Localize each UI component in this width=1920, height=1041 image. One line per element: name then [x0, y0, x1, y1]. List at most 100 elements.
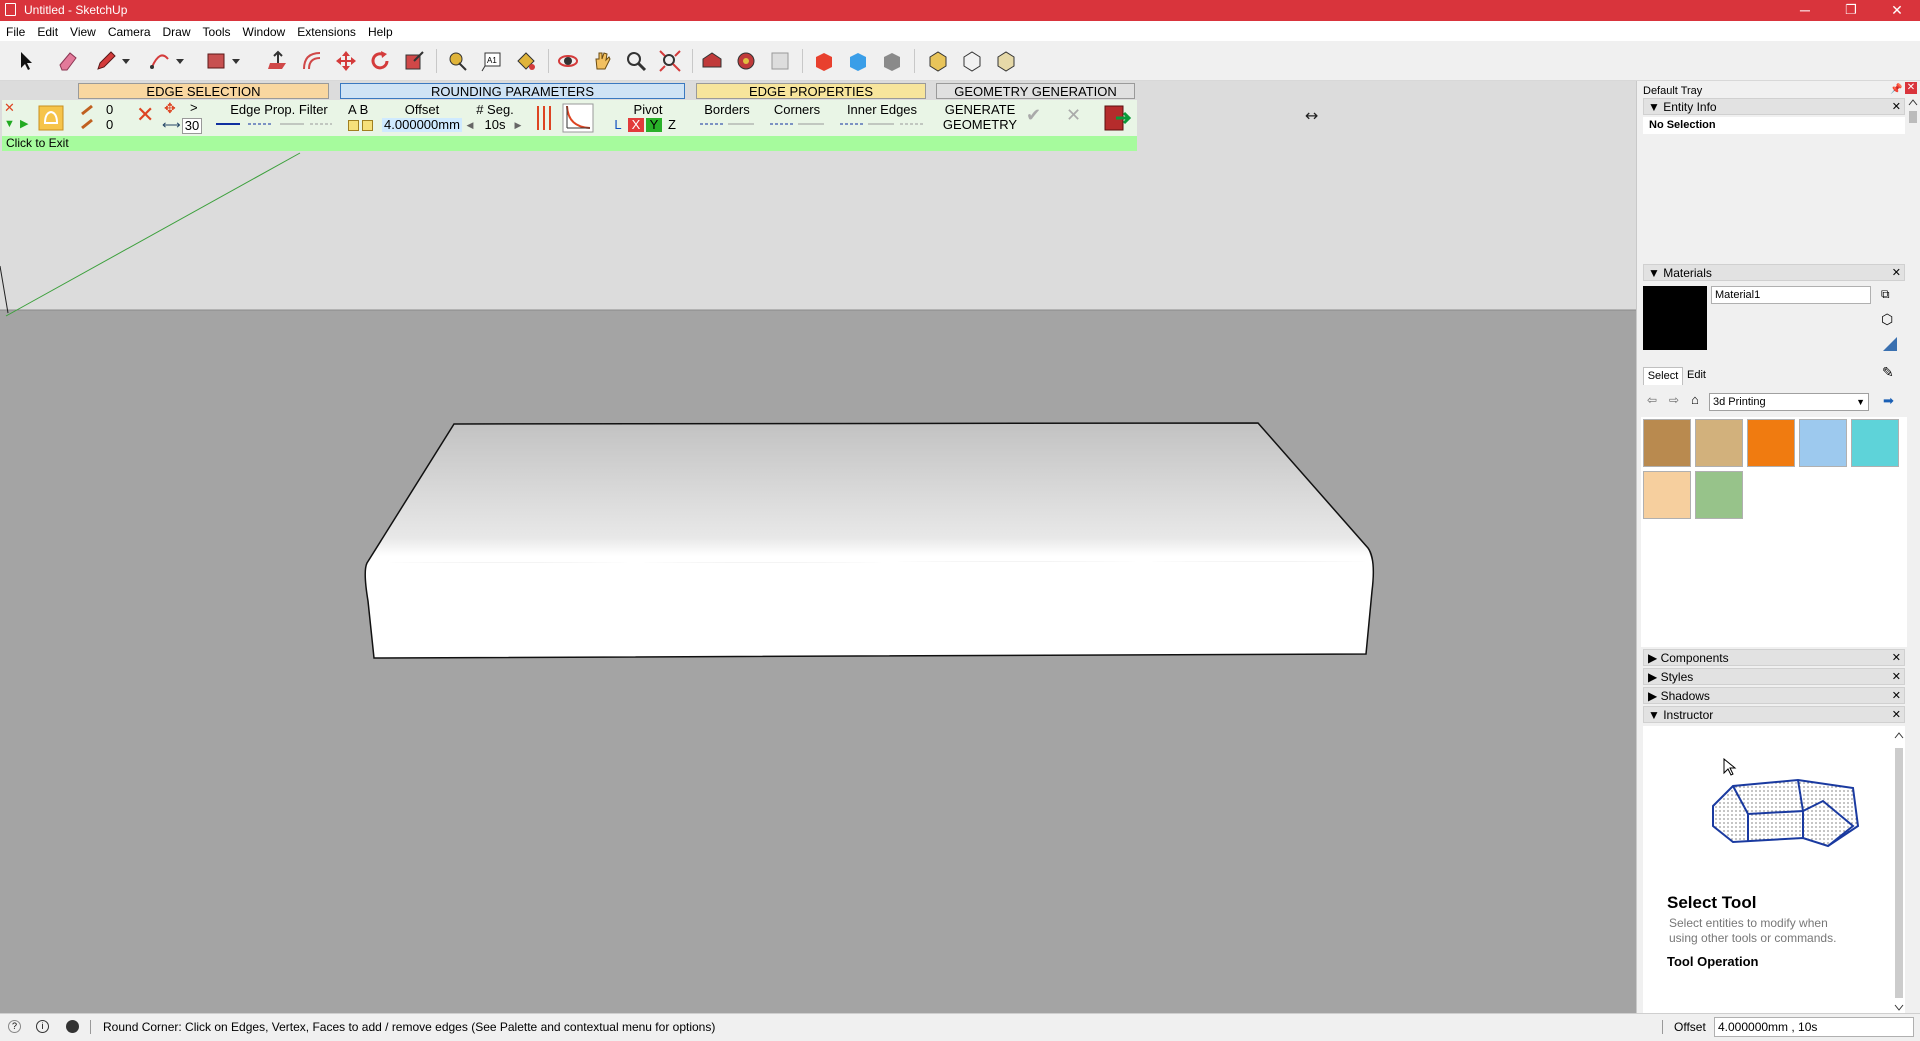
round-corner-third-tool-icon[interactable]	[994, 49, 1018, 73]
triangle-down-icon[interactable]: ▼	[4, 117, 15, 131]
warehouse-tool-icon[interactable]	[700, 49, 724, 73]
material-swatch[interactable]	[1799, 419, 1847, 467]
menu-tools[interactable]: Tools	[197, 21, 237, 43]
round-corner-tool-icon[interactable]	[926, 49, 950, 73]
header-edge-properties[interactable]: EDGE PROPERTIES	[696, 83, 926, 99]
panel-close-icon[interactable]: ✕	[1892, 650, 1901, 666]
styles-header[interactable]: ▶ Styles ✕	[1643, 668, 1905, 685]
sample-paint-icon[interactable]	[1881, 335, 1899, 353]
generate-geometry-line2[interactable]: GEOMETRY	[940, 118, 1020, 132]
offset-tool-icon[interactable]	[300, 49, 324, 73]
cancel-generation-icon[interactable]: ✕	[1066, 106, 1081, 124]
bell-icon[interactable]	[38, 105, 64, 131]
panel-close-icon[interactable]: ✕	[1892, 688, 1901, 704]
entity-info-header[interactable]: ▼ Entity Info ✕	[1643, 98, 1905, 115]
tab-select[interactable]: Select	[1643, 367, 1683, 385]
eyedropper-icon[interactable]: ✎	[1882, 364, 1894, 381]
material-swatch[interactable]	[1643, 471, 1691, 519]
pan-tool-icon[interactable]	[590, 49, 614, 73]
tab-edit[interactable]: Edit	[1687, 369, 1706, 381]
pencil-tool-icon[interactable]	[94, 49, 118, 73]
edge-prop-filter-label[interactable]: Edge Prop. Filter	[214, 103, 344, 117]
geo-location-icon[interactable]: ?	[8, 1020, 21, 1033]
user-account-icon[interactable]	[66, 1020, 79, 1033]
panel-close-icon[interactable]: ✕	[1892, 707, 1901, 723]
material-swatch[interactable]	[1747, 419, 1795, 467]
menu-draw[interactable]: Draw	[157, 21, 197, 43]
orbit-tool-icon[interactable]	[556, 49, 580, 73]
pivot-axis-l[interactable]: L	[610, 118, 626, 132]
push-pull-tool-icon[interactable]	[266, 49, 290, 73]
material-swatch[interactable]	[1643, 419, 1691, 467]
forward-arrow-icon[interactable]: ⇨	[1669, 393, 1679, 407]
segments-value[interactable]: 10s	[480, 118, 510, 132]
clear-selection-icon[interactable]: ✕	[136, 104, 154, 126]
tape-measure-tool-icon[interactable]	[446, 49, 470, 73]
segments-decrease-icon[interactable]: ◀	[464, 118, 476, 132]
minimize-button[interactable]: ─	[1782, 0, 1828, 21]
angle-value[interactable]: 30	[182, 118, 202, 134]
back-arrow-icon[interactable]: ⇦	[1647, 393, 1657, 407]
default-material-icon[interactable]: ⬡	[1881, 311, 1893, 328]
corners-lines-icon[interactable]	[768, 120, 826, 128]
exit-tool-icon[interactable]	[1102, 103, 1132, 133]
create-material-icon[interactable]: ⧉	[1881, 287, 1890, 302]
rectangle-tool-icon[interactable]	[204, 49, 228, 73]
shadows-header[interactable]: ▶ Shadows ✕	[1643, 687, 1905, 704]
measurements-input[interactable]	[1714, 1017, 1914, 1037]
validate-check-icon[interactable]: ✔	[1026, 106, 1041, 124]
cross-small-icon[interactable]: ✕	[4, 101, 15, 115]
material-swatch[interactable]	[1695, 419, 1743, 467]
maximize-button[interactable]: ❐	[1828, 0, 1874, 21]
solid-blue-tool-icon[interactable]	[846, 49, 870, 73]
close-button[interactable]: ✕	[1874, 0, 1920, 21]
material-name-input[interactable]	[1711, 286, 1871, 304]
arc-dropdown-icon[interactable]	[174, 49, 186, 73]
material-preview[interactable]	[1643, 286, 1707, 350]
paint-bucket-tool-icon[interactable]	[514, 49, 538, 73]
eraser-tool-icon[interactable]	[56, 49, 80, 73]
stretch-icon[interactable]: ⟷	[162, 118, 181, 132]
arc-tool-icon[interactable]	[148, 49, 172, 73]
menu-view[interactable]: View	[64, 21, 102, 43]
menu-extensions[interactable]: Extensions	[291, 21, 362, 43]
solid-grey-tool-icon[interactable]	[880, 49, 904, 73]
move-arrows-icon[interactable]: ✥	[164, 101, 176, 115]
header-geometry-generation[interactable]: GEOMETRY GENERATION	[936, 83, 1135, 99]
inner-edges-lines-icon[interactable]	[838, 120, 926, 128]
panel-close-icon[interactable]: ✕	[1892, 99, 1901, 115]
scale-tool-icon[interactable]	[402, 49, 426, 73]
round-profile-icon[interactable]	[562, 103, 594, 133]
home-icon[interactable]: ⌂	[1691, 392, 1699, 407]
zoom-extents-tool-icon[interactable]	[658, 49, 682, 73]
panel-close-icon[interactable]: ✕	[1892, 265, 1901, 281]
credits-icon[interactable]: i	[36, 1020, 49, 1033]
components-header[interactable]: ▶ Components ✕	[1643, 649, 1905, 666]
b-box-icon[interactable]	[362, 120, 373, 131]
header-rounding-parameters[interactable]: ROUNDING PARAMETERS	[340, 83, 685, 99]
menu-file[interactable]: File	[0, 21, 31, 43]
instructor-scrollbar[interactable]	[1893, 726, 1905, 1013]
collection-select[interactable]: 3d Printing ▼	[1709, 393, 1869, 411]
tray-pin-icon[interactable]: 📌	[1890, 84, 1902, 95]
segments-increase-icon[interactable]: ▶	[512, 118, 524, 132]
corners-label[interactable]: Corners	[768, 103, 826, 117]
menu-window[interactable]: Window	[237, 21, 292, 43]
rotate-tool-icon[interactable]	[368, 49, 392, 73]
panel-close-icon[interactable]: ✕	[1892, 669, 1901, 685]
solid-red-tool-icon[interactable]	[812, 49, 836, 73]
menu-help[interactable]: Help	[362, 21, 399, 43]
layout-tool-icon[interactable]	[768, 49, 792, 73]
materials-header[interactable]: ▼ Materials ✕	[1643, 264, 1905, 281]
details-arrow-icon[interactable]: ➡	[1883, 393, 1894, 409]
edge-filter-lines-icon[interactable]	[214, 120, 334, 128]
select-tool-icon[interactable]	[14, 49, 38, 73]
borders-label[interactable]: Borders	[698, 103, 756, 117]
move-tool-icon[interactable]	[334, 49, 358, 73]
tray-scrollbar[interactable]	[1907, 97, 1919, 997]
pivot-axis-z[interactable]: Z	[664, 118, 680, 132]
pivot-axis-x[interactable]: X	[628, 118, 644, 132]
triangle-right-icon[interactable]: ▶	[20, 117, 28, 131]
click-to-exit-label[interactable]: Click to Exit	[2, 136, 1137, 151]
round-corner-alt-tool-icon[interactable]	[960, 49, 984, 73]
